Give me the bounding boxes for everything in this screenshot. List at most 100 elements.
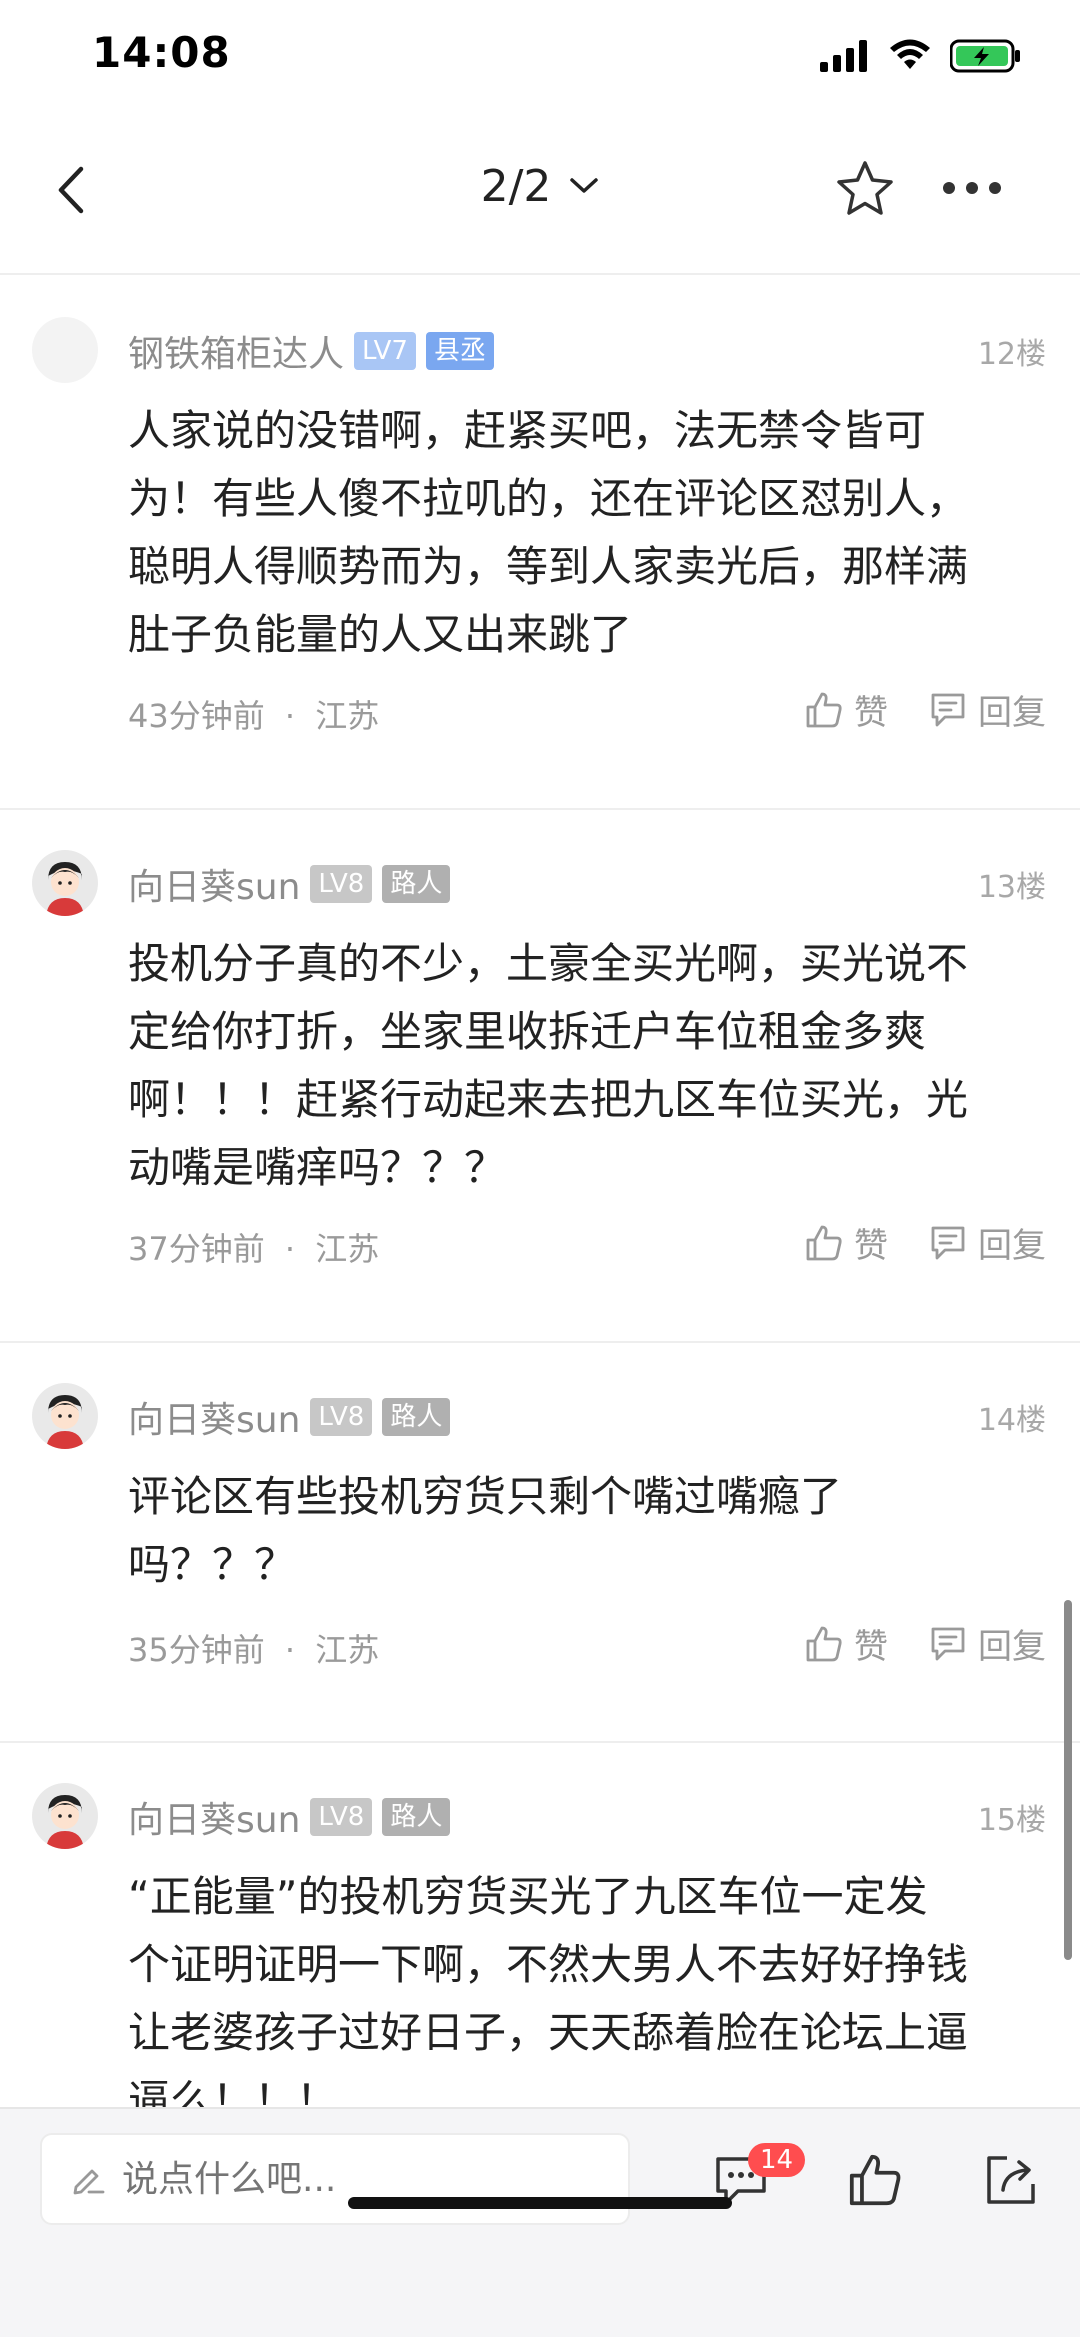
comment-list[interactable]: 钢铁箱柜达人 LV7 县丞 12楼 人家说的没错啊，赶紧买吧，法无禁令皆可 为！… — [0, 277, 1080, 2107]
like-button[interactable]: 赞 — [804, 1218, 888, 1267]
page-selector[interactable]: 2/2 — [0, 146, 1080, 226]
more-dots-icon — [943, 182, 1001, 194]
like-label: 赞 — [854, 693, 888, 733]
comment-line: 让老婆孩子过好日子，天天舔着脸在论坛上逼 — [128, 2008, 969, 2057]
comment-count-badge: 14 — [748, 2143, 806, 2177]
chevron-down-icon — [570, 178, 599, 193]
meta-separator: · — [284, 1631, 296, 1669]
like-label: 赞 — [854, 1226, 888, 1266]
thumbs-up-icon — [806, 1626, 842, 1661]
title-badge: 路人 — [382, 865, 451, 903]
comment-header: 向日葵sun LV8 路人 — [128, 854, 451, 914]
comment-item: 钢铁箱柜达人 LV7 县丞 12楼 人家说的没错啊，赶紧买吧，法无禁令皆可 为！… — [0, 277, 1080, 810]
comment-line: 为！有些人傻不拉叽的，还在评论区怼别人， — [128, 474, 969, 523]
comment-line: 聪明人得顺势而为，等到人家卖光后，那样满 — [128, 542, 969, 591]
user-name[interactable]: 向日葵sun — [128, 1791, 300, 1843]
avatar[interactable] — [32, 1383, 98, 1449]
user-name[interactable]: 向日葵sun — [128, 858, 300, 910]
comment-line: 评论区有些投机穷货只剩个嘴过嘴瘾了 — [128, 1472, 843, 1521]
reply-button[interactable]: 回复 — [928, 1619, 1046, 1668]
comment-line: 啊！！！赶紧行动起来去把九区车位买光，光 — [128, 1075, 969, 1124]
comment-line: “正能量”的投机穷货买光了九区车位一定发 — [128, 1872, 928, 1921]
comment-header: 钢铁箱柜达人 LV7 县丞 — [128, 321, 494, 381]
floor-number: 14楼 — [977, 1403, 1046, 1438]
comment-line: 个证明证明一下啊，不然大男人不去好好挣钱 — [128, 1940, 969, 1989]
comment-input[interactable] — [122, 2158, 602, 2200]
share-icon — [987, 2156, 1035, 2204]
favorite-button[interactable] — [830, 148, 900, 228]
floor-number: 12楼 — [977, 337, 1046, 372]
title-badge: 路人 — [382, 1798, 451, 1836]
comment-time: 43分钟前 — [128, 697, 265, 735]
status-icons — [820, 36, 1022, 76]
home-indicator[interactable] — [348, 2197, 732, 2209]
level-badge: LV7 — [354, 332, 416, 370]
more-button[interactable] — [932, 148, 1012, 228]
comment-actions: 赞 回复 — [804, 1619, 1046, 1668]
title-badge: 县丞 — [425, 332, 494, 370]
avatar-icon — [32, 850, 98, 916]
like-button[interactable]: 赞 — [804, 685, 888, 734]
star-icon — [837, 161, 893, 215]
thumbs-up-icon — [849, 2154, 901, 2206]
comment-icon — [931, 693, 965, 726]
level-badge: LV8 — [310, 865, 373, 903]
bottom-bar: 14 — [0, 2107, 1080, 2337]
comment-input-box[interactable] — [40, 2133, 630, 2225]
avatar[interactable] — [32, 850, 98, 916]
nav-bar: 2/2 — [0, 120, 1080, 275]
reply-label: 回复 — [978, 1226, 1046, 1266]
comment-meta: 35分钟前 · 江苏 — [128, 1625, 379, 1671]
like-label: 赞 — [854, 1627, 888, 1667]
comment-text: 人家说的没错啊，赶紧买吧，法无禁令皆可 为！有些人傻不拉叽的，还在评论区怼别人，… — [128, 397, 1028, 669]
page-indicator-label: 2/2 — [480, 160, 552, 212]
reply-button[interactable]: 回复 — [928, 1218, 1046, 1267]
comment-text: “正能量”的投机穷货买光了九区车位一定发 个证明证明一下啊，不然大男人不去好好挣… — [128, 1863, 1028, 2107]
title-badge: 路人 — [382, 1398, 451, 1436]
user-name[interactable]: 向日葵sun — [128, 1391, 300, 1443]
comment-meta: 43分钟前 · 江苏 — [128, 691, 379, 737]
wifi-icon — [890, 39, 930, 69]
meta-separator: · — [284, 1230, 296, 1268]
comment-line: 人家说的没错啊，赶紧买吧，法无禁令皆可 — [128, 406, 927, 455]
comment-header: 向日葵sun LV8 路人 — [128, 1387, 451, 1447]
scrollbar[interactable] — [1064, 1600, 1072, 1960]
like-button[interactable]: 赞 — [804, 1619, 888, 1668]
thumbs-up-icon — [806, 692, 842, 727]
comment-line: 肚子负能量的人又出来跳了 — [128, 610, 633, 659]
comment-item: 向日葵sun LV8 路人 15楼 “正能量”的投机穷货买光了九区车位一定发 个… — [0, 1743, 1080, 2107]
avatar-icon — [32, 1783, 98, 1849]
comment-line: 吗？？？ — [128, 1540, 297, 1589]
comment-item: 向日葵sun LV8 路人 13楼 投机分子真的不少，土豪全买光啊，买光说不 定… — [0, 810, 1080, 1343]
pencil-icon — [73, 2169, 105, 2195]
comment-text: 投机分子真的不少，土豪全买光啊，买光说不 定给你打折，坐家里收拆迁户车位租金多爽… — [128, 930, 1028, 1202]
status-bar: 14:08 — [0, 0, 1080, 120]
comment-header: 向日葵sun LV8 路人 — [128, 1787, 451, 1847]
like-post-button[interactable] — [840, 2145, 910, 2215]
battery-icon — [950, 39, 1020, 73]
comment-icon — [931, 1226, 965, 1259]
comment-line: 投机分子真的不少，土豪全买光啊，买光说不 — [128, 939, 969, 988]
meta-separator: · — [284, 697, 296, 735]
reply-button[interactable]: 回复 — [928, 685, 1046, 734]
signal-icon — [820, 40, 867, 72]
avatar[interactable] — [32, 1783, 98, 1849]
comment-text: 评论区有些投机穷货只剩个嘴过嘴瘾了 吗？？？ — [128, 1463, 1028, 1599]
avatar-icon — [32, 1383, 98, 1449]
floor-number: 15楼 — [977, 1803, 1046, 1838]
level-badge: LV8 — [310, 1398, 373, 1436]
avatar[interactable] — [32, 317, 98, 383]
level-badge: LV8 — [310, 1798, 373, 1836]
reply-label: 回复 — [978, 1627, 1046, 1667]
comment-location: 江苏 — [315, 1230, 380, 1268]
user-name[interactable]: 钢铁箱柜达人 — [128, 325, 344, 377]
comment-line: 逼么！！！ — [128, 2076, 339, 2107]
comment-location: 江苏 — [315, 1631, 380, 1669]
comment-time: 37分钟前 — [128, 1230, 265, 1268]
thumbs-up-icon — [806, 1225, 842, 1260]
reply-label: 回复 — [978, 693, 1046, 733]
share-button[interactable] — [976, 2145, 1046, 2215]
status-time: 14:08 — [92, 28, 231, 77]
comment-line: 动嘴是嘴痒吗？？？ — [128, 1143, 507, 1192]
comment-item: 向日葵sun LV8 路人 14楼 评论区有些投机穷货只剩个嘴过嘴瘾了 吗？？？… — [0, 1343, 1080, 1743]
